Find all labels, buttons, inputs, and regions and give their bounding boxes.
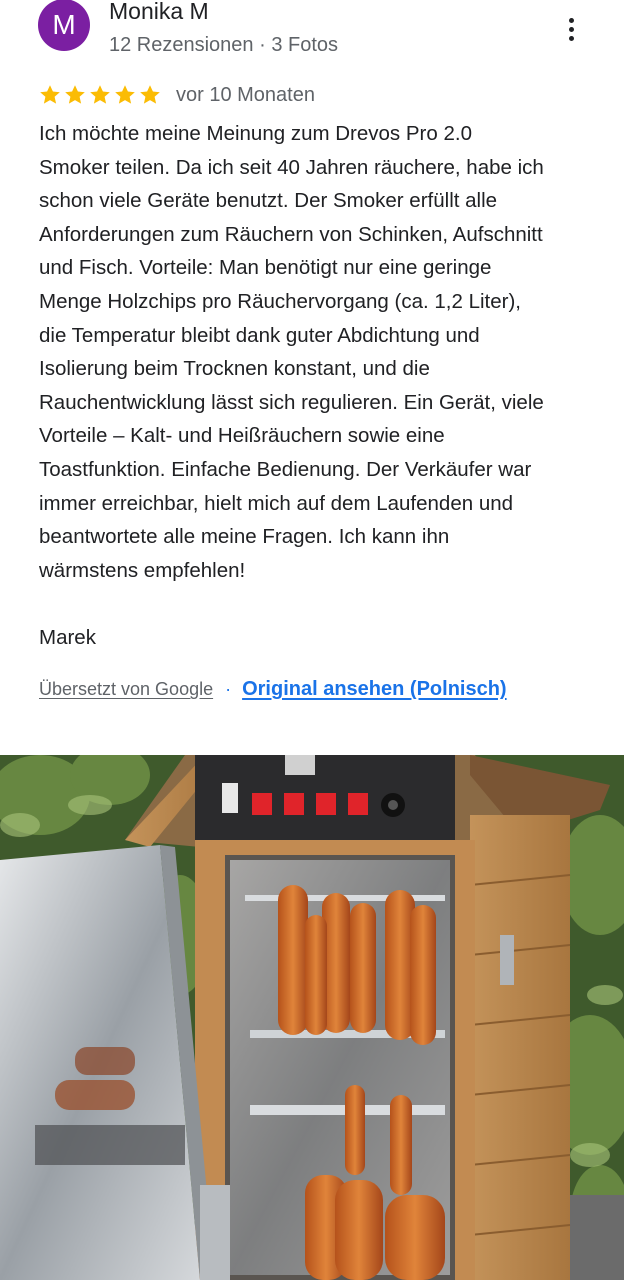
reviewer-header: M Monika M 12 Rezensionen · 3 Fotos: [0, 0, 624, 70]
translated-by-label[interactable]: Übersetzt von Google: [39, 679, 213, 700]
avatar[interactable]: M: [38, 0, 90, 51]
star-icon: [65, 85, 85, 104]
view-original-link[interactable]: Original ansehen (Polnisch): [242, 678, 507, 701]
review-text: Ich möchte meine Meinung zum Drevos Pro …: [39, 122, 544, 649]
star-icon: [140, 85, 160, 104]
more-vert-icon[interactable]: [556, 12, 586, 46]
star-icon: [115, 85, 135, 104]
star-rating: [38, 83, 162, 107]
star-icon: [40, 85, 60, 104]
review-date: vor 10 Monaten: [176, 83, 315, 106]
separator: ·: [225, 679, 232, 699]
reviewer-name[interactable]: Monika M: [109, 0, 209, 25]
review-photo[interactable]: [0, 755, 624, 1280]
star-icon: [90, 85, 110, 104]
translation-row: Übersetzt von Google · Original ansehen …: [39, 678, 507, 701]
rating-row: vor 10 Monaten: [38, 80, 315, 110]
reviewer-meta: 12 Rezensionen · 3 Fotos: [109, 34, 339, 56]
